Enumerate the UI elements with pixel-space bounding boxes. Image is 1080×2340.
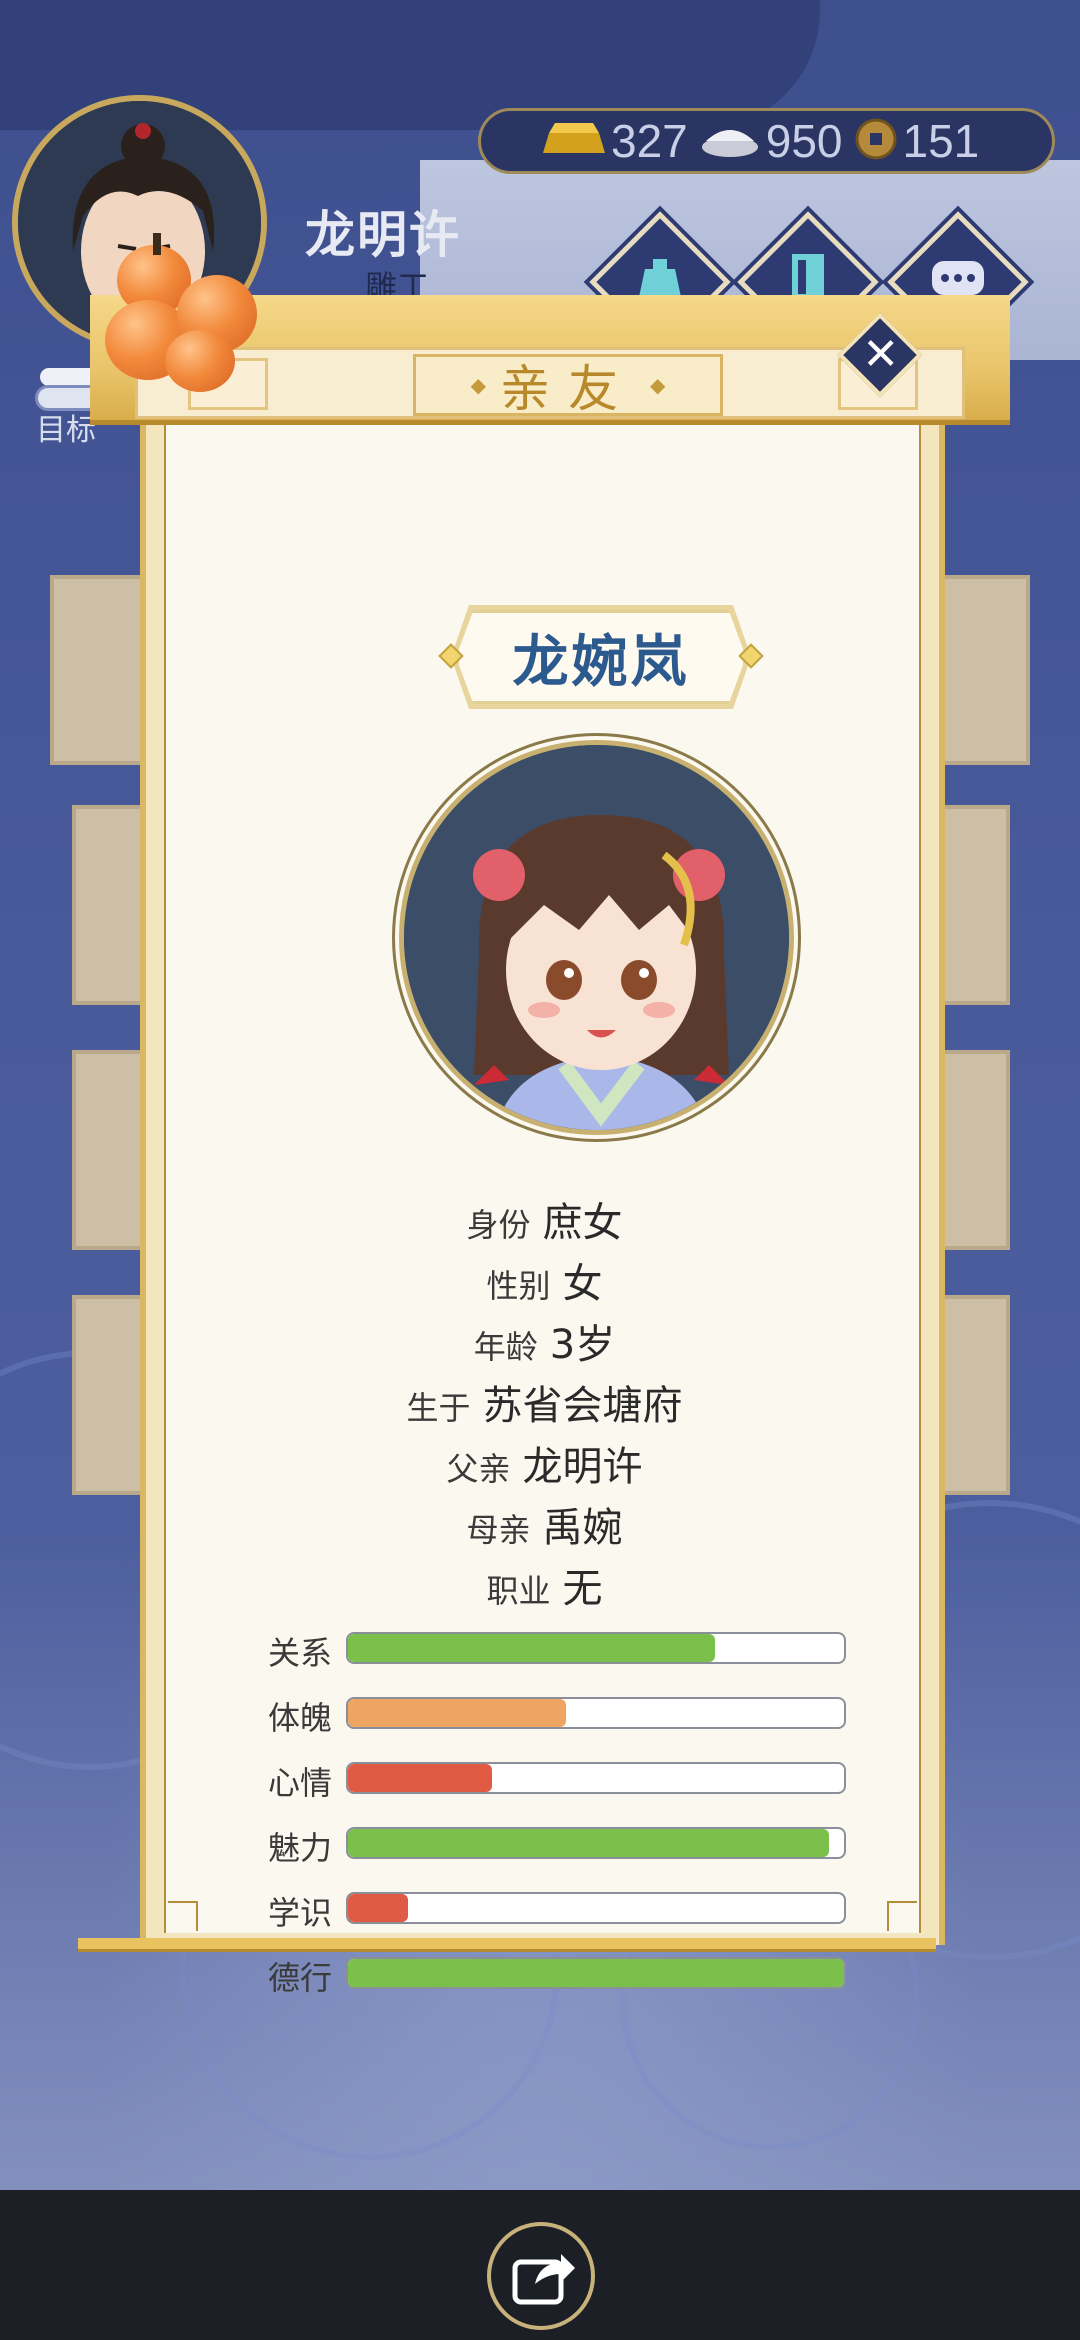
dialog-body: 龙婉岚 身份 庶女 性别 女 年龄 3岁 生于 苏省会塘府 父亲 龙明许 母亲 … (140, 425, 945, 1997)
info-value: 龙明许 (522, 1444, 643, 1490)
info-label: 性别 (486, 1267, 551, 1305)
stat-label-mood: 心情 (268, 1764, 333, 1802)
coin-amount: 151 (902, 115, 980, 167)
stat-bar-mood (346, 1762, 846, 1794)
info-label: 身份 (466, 1206, 531, 1244)
stat-label-knowledge: 学识 (268, 1894, 333, 1932)
tangerine-stem (153, 233, 161, 255)
corner-ornament (168, 1901, 198, 1931)
info-label: 职业 (486, 1572, 551, 1610)
currency-bar: 327 950 151 (478, 108, 1055, 174)
info-row-occupation: 职业无 (166, 1556, 923, 1614)
stat-fill (348, 1764, 492, 1792)
stat-fill (348, 1699, 567, 1727)
share-button[interactable] (487, 2222, 595, 2330)
stat-label-virtue: 德行 (268, 1959, 333, 1997)
relatives-dialog: ◆ 亲友 ◆ ✕ 龙婉岚 身份 庶女 性别 女 年龄 3岁 生于 苏省会塘府 父… (78, 295, 1010, 1997)
stat-bar-virtue (346, 1957, 846, 1989)
stat-fill (348, 1829, 830, 1857)
character-portrait (399, 740, 794, 1135)
info-value: 3岁 (549, 1322, 616, 1368)
stat-bar-physique (346, 1697, 846, 1729)
player-name: 龙明许 (305, 205, 461, 264)
info-label: 生于 (406, 1389, 471, 1427)
info-row-age: 年龄 3岁 (166, 1312, 923, 1370)
stat-bar-charm (346, 1827, 846, 1859)
goal-label[interactable]: 目标 (36, 405, 96, 449)
name-plaque: 龙婉岚 (456, 610, 746, 704)
info-label: 母亲 (466, 1511, 531, 1549)
title-ornament: ◆ (650, 373, 666, 397)
info-row-mother: 母亲 禹婉 (166, 1495, 923, 1553)
share-icon (512, 2254, 575, 2305)
stat-fill (348, 1894, 408, 1922)
dialog-paper: 龙婉岚 身份 庶女 性别 女 年龄 3岁 生于 苏省会塘府 父亲 龙明许 母亲 … (164, 425, 923, 1997)
info-value: 庶女 (542, 1200, 623, 1246)
info-row-father: 父亲 龙明许 (166, 1434, 923, 1492)
info-label: 年龄 (473, 1328, 538, 1366)
silver-amount: 950 (765, 115, 843, 167)
stat-label-charm: 魅力 (268, 1829, 333, 1867)
corner-ornament (887, 1901, 917, 1931)
dialog-title-text: 亲友 (500, 360, 636, 418)
silver-ingot-icon (700, 119, 760, 163)
title-ornament: ◆ (470, 373, 486, 397)
copper-coin-icon (855, 118, 897, 164)
info-value: 女 (562, 1261, 603, 1307)
info-row-gender: 性别女 (166, 1251, 923, 1309)
stat-bar-relationship (346, 1632, 846, 1664)
stat-fill (348, 1959, 844, 1987)
tangerine (165, 330, 235, 392)
tangerine-decoration (95, 225, 275, 415)
dialog-title: ◆ 亲友 ◆ (413, 354, 723, 418)
info-row-birthplace: 生于 苏省会塘府 (166, 1373, 923, 1431)
scroll-bottom-rod (78, 1938, 936, 1952)
info-value: 禹婉 (542, 1505, 623, 1551)
gold-amount: 327 (611, 115, 688, 167)
close-icon: ✕ (862, 328, 900, 380)
gold-ingot-icon (543, 119, 605, 163)
character-name: 龙婉岚 (512, 628, 690, 695)
info-label: 父亲 (446, 1450, 511, 1488)
stat-fill (348, 1634, 716, 1662)
info-value: 苏省会塘府 (482, 1383, 683, 1429)
bottom-bar (0, 2190, 1080, 2340)
info-value: 无 (562, 1566, 603, 1612)
info-row-identity: 身份 庶女 (166, 1190, 923, 1248)
stat-label-relationship: 关系 (268, 1634, 333, 1672)
stat-label-physique: 体魄 (268, 1699, 333, 1737)
stat-bar-knowledge (346, 1892, 846, 1924)
